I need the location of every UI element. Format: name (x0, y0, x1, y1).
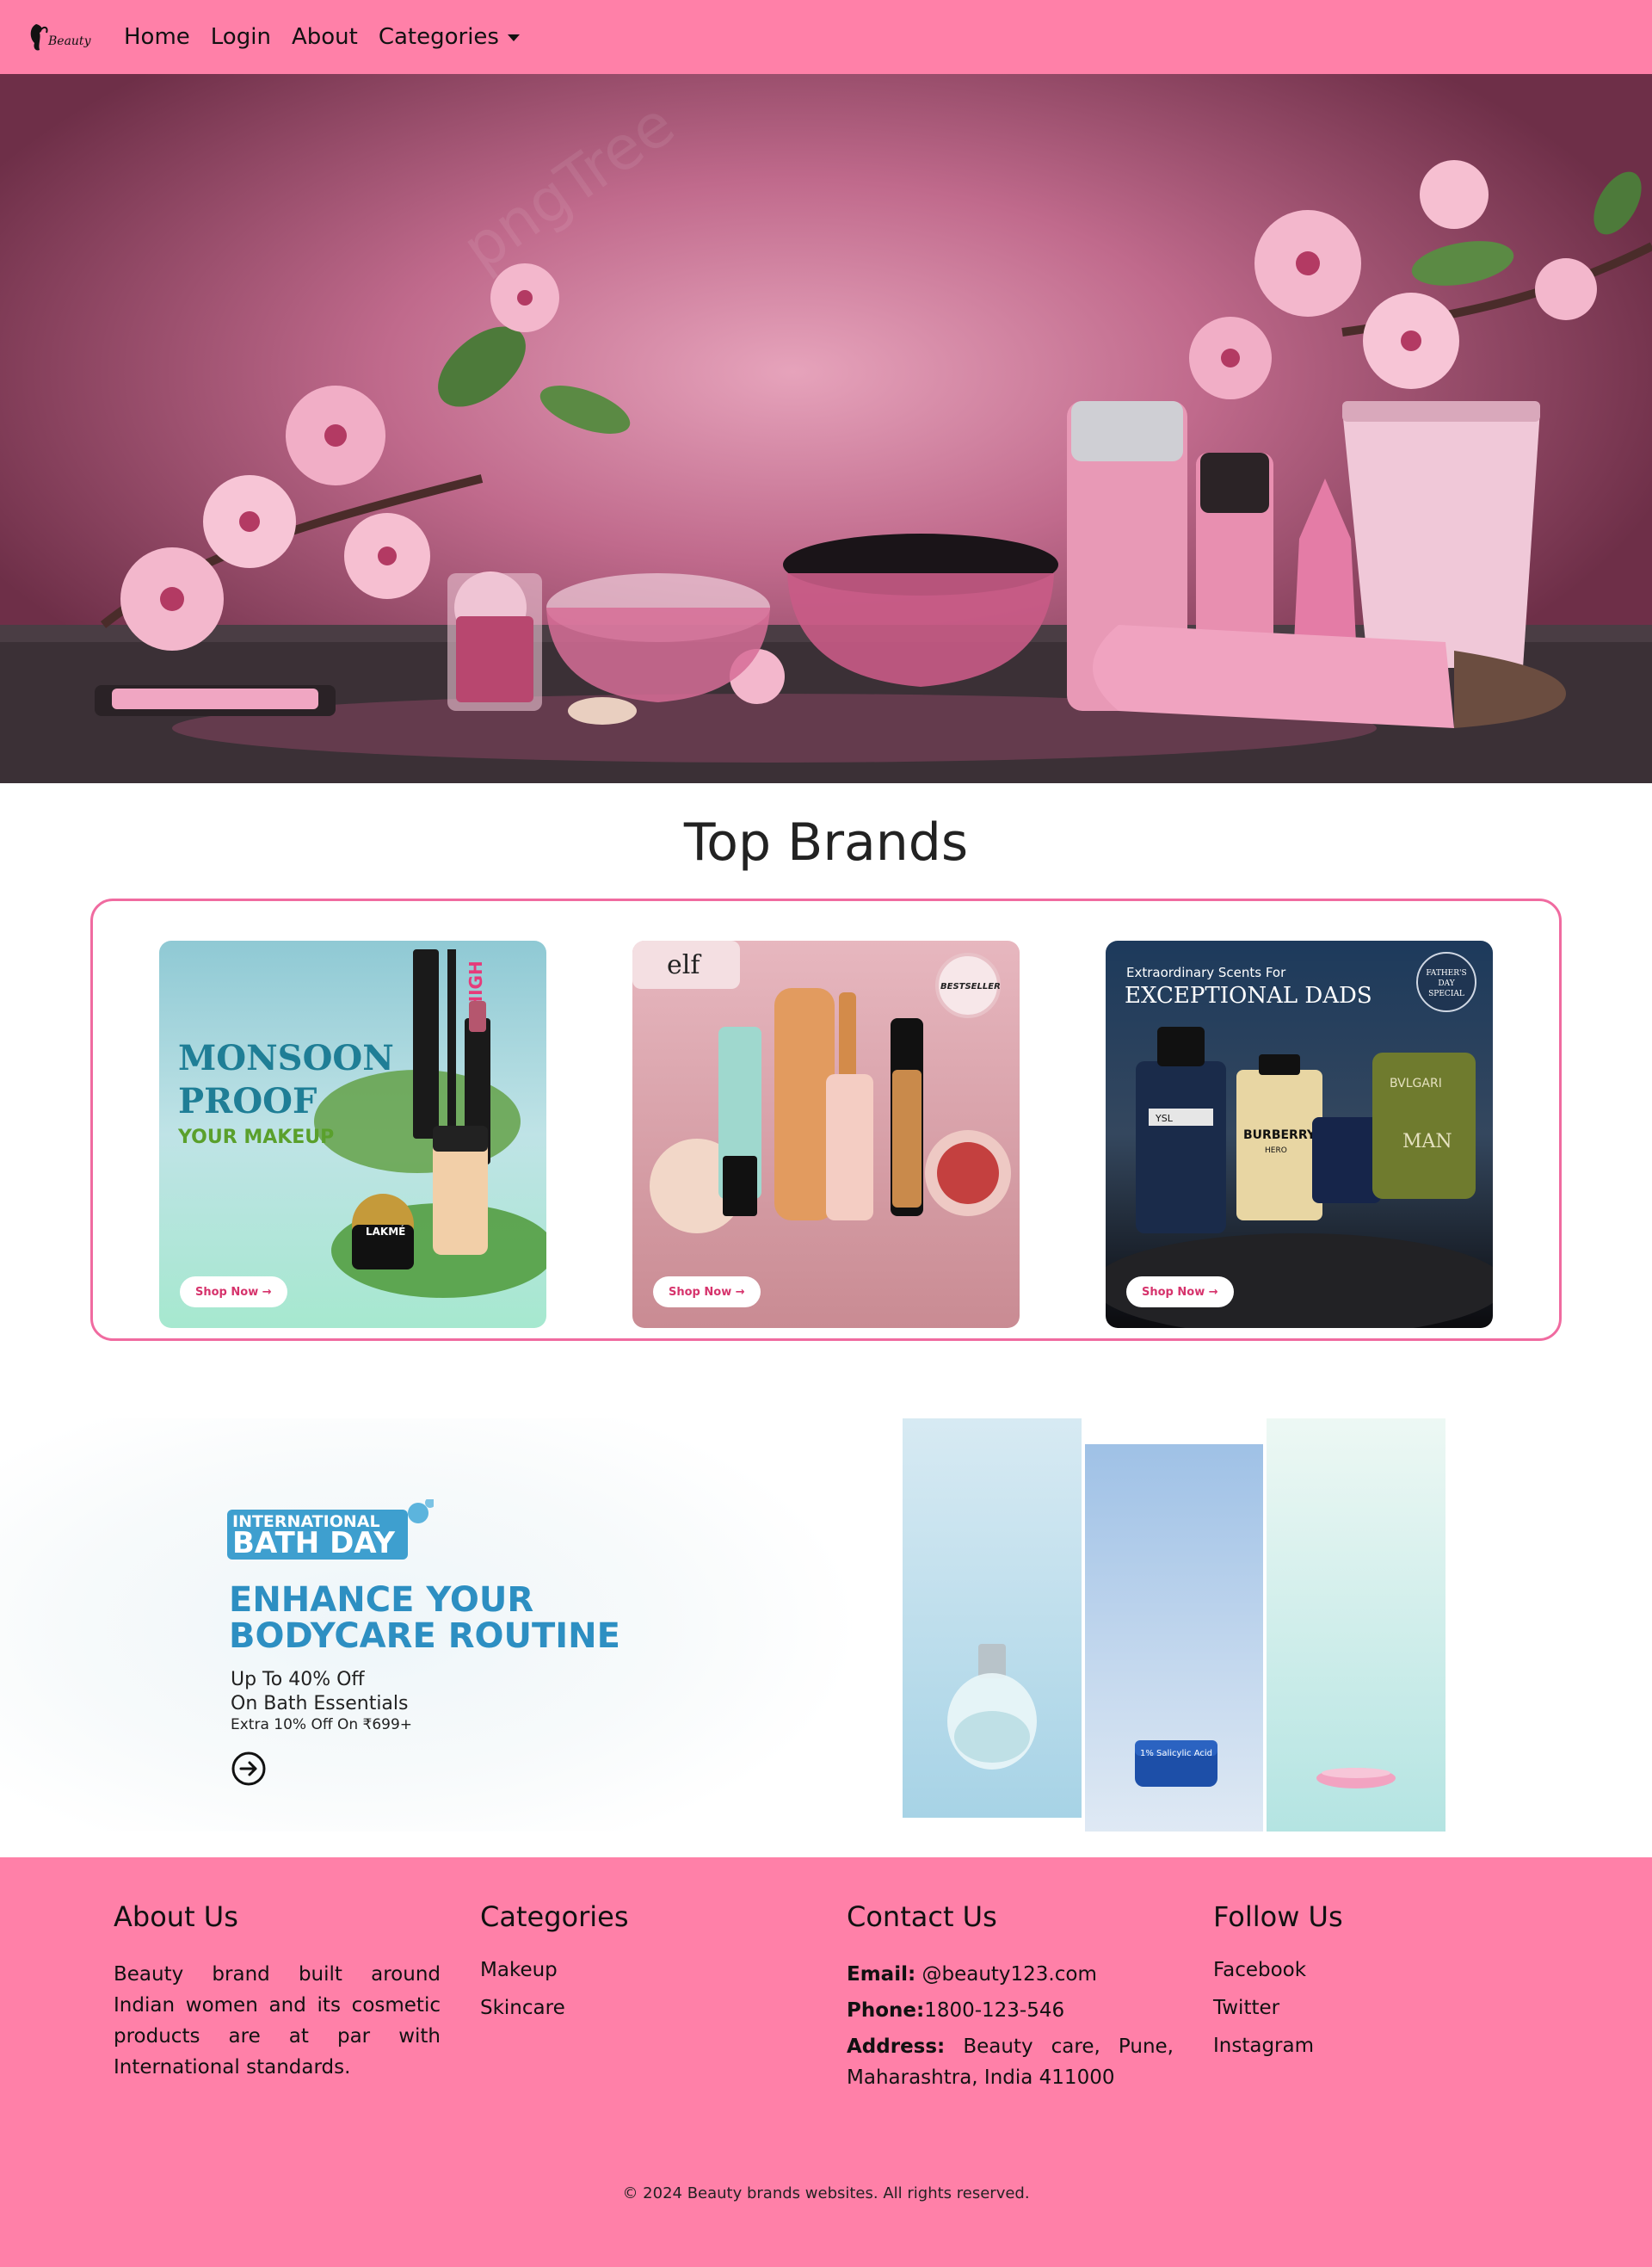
bath-day-banner[interactable]: INTERNATIONAL BATH DAY ENHANCE YOUR BODY… (0, 1418, 1652, 1832)
product-panel-bottle (903, 1418, 1082, 1818)
blossom-right (1189, 160, 1652, 399)
svg-text:elf: elf (667, 950, 701, 980)
fathers-day-fragrance-art: Extraordinary Scents For EXCEPTIONAL DAD… (1106, 941, 1493, 1328)
footer-about: About Us Beauty brand built around India… (114, 1900, 441, 2083)
shop-now-button[interactable]: Shop Now → (180, 1276, 287, 1307)
footer-about-title: About Us (114, 1900, 238, 1933)
contact-email: Email: @beauty123.com (847, 1959, 1174, 1990)
shop-now-button[interactable]: Shop Now → (653, 1276, 761, 1307)
svg-text:FATHER'S: FATHER'S (1426, 969, 1466, 978)
address-label: Address: (847, 2035, 946, 2058)
email-value[interactable]: @beauty123.com (915, 1963, 1096, 1986)
footer-follow-title: Follow Us (1213, 1900, 1343, 1933)
elf-cosmetics-art: elf BESTSELLER (632, 941, 1020, 1328)
svg-text:BURBERRY: BURBERRY (1243, 1128, 1316, 1142)
shop-now-button[interactable]: Shop Now → (1126, 1276, 1234, 1307)
navbar: Beauty Home Login About Categories (0, 0, 1652, 74)
chevron-down-icon (507, 34, 520, 41)
offer-line-2: On Bath Essentials (231, 1693, 409, 1714)
svg-text:YOUR MAKEUP: YOUR MAKEUP (177, 1127, 334, 1148)
contact-phone: Phone:1800-123-546 (847, 1995, 1174, 2026)
email-label: Email: (847, 1963, 916, 1986)
nav-home[interactable]: Home (124, 24, 190, 50)
svg-text:BVLGARI: BVLGARI (1390, 1077, 1442, 1090)
hero-cosmetics-illustration: pngTree (0, 89, 1652, 783)
headline-line-1: ENHANCE YOUR (229, 1580, 534, 1620)
perfume-bottle-icon (947, 1644, 1037, 1770)
footer-link-instagram[interactable]: Instagram (1213, 2035, 1540, 2057)
copyright-text: © 2024 Beauty brands websites. All right… (622, 2184, 1030, 2202)
bath-day-badge: INTERNATIONAL BATH DAY (227, 1499, 434, 1560)
svg-text:YSL: YSL (1155, 1113, 1174, 1124)
footer-contact: Contact Us Email: @beauty123.com Phone:1… (847, 1900, 1174, 2098)
brand-logo[interactable]: Beauty (24, 12, 93, 60)
footer-link-makeup[interactable]: Makeup (480, 1959, 807, 1981)
salicylic-jar-icon: 1% Salicylic Acid (1135, 1740, 1217, 1787)
bath-day-offer: Up To 40% Off On Bath Essentials (231, 1668, 409, 1716)
headline-line-2: BODYCARE ROUTINE (229, 1616, 620, 1656)
svg-text:BESTSELLER: BESTSELLER (940, 982, 1001, 991)
footer-categories: Categories Makeup Skincare (480, 1900, 807, 2035)
svg-text:LAKMÉ: LAKMÉ (366, 1225, 405, 1238)
contact-address: Address: Beauty care, Pune, Maharashtra,… (847, 2031, 1174, 2093)
monsoon-makeup-art: MONSOON PROOF YOUR MAKEUP SKY HIGH LAKMÉ (159, 941, 546, 1328)
product-panel-soap (1267, 1418, 1446, 1832)
nav-links: Home Login About Categories (124, 0, 540, 74)
svg-text:Extraordinary Scents For: Extraordinary Scents For (1126, 965, 1286, 980)
footer-link-facebook[interactable]: Facebook (1213, 1959, 1540, 1981)
brand-card-monsoon[interactable]: MONSOON PROOF YOUR MAKEUP SKY HIGH LAKMÉ… (159, 941, 546, 1328)
svg-text:MONSOON: MONSOON (178, 1038, 394, 1078)
svg-text:BATH DAY: BATH DAY (232, 1526, 395, 1560)
footer-link-twitter[interactable]: Twitter (1213, 1997, 1540, 2019)
arrow-right-circle-icon[interactable] (231, 1751, 267, 1787)
footer: About Us Beauty brand built around India… (0, 1857, 1652, 2267)
top-brands-title: Top Brands (683, 812, 969, 873)
svg-text:Beauty: Beauty (47, 34, 92, 48)
offer-line-1: Up To 40% Off (231, 1669, 365, 1690)
top-brands-container: MONSOON PROOF YOUR MAKEUP SKY HIGH LAKMÉ… (90, 899, 1562, 1341)
footer-follow: Follow Us Facebook Twitter Instagram (1213, 1900, 1540, 2072)
svg-text:HERO: HERO (1265, 1146, 1287, 1155)
svg-text:PROOF: PROOF (178, 1081, 317, 1121)
hero-watermark: pngTree (450, 89, 687, 284)
footer-about-text: Beauty brand built around Indian women a… (114, 1963, 441, 2079)
bath-day-extra-offer: Extra 10% Off On ₹699+ (231, 1716, 413, 1733)
nav-login[interactable]: Login (211, 24, 271, 50)
footer-categories-title: Categories (480, 1900, 629, 1933)
soap-dish-icon (1316, 1768, 1396, 1788)
nav-categories-dropdown[interactable]: Categories (379, 24, 520, 50)
phone-label: Phone: (847, 1999, 925, 2022)
svg-text:EXCEPTIONAL DADS: EXCEPTIONAL DADS (1125, 983, 1372, 1009)
product-panel-jar: 1% Salicylic Acid (1085, 1444, 1263, 1832)
footer-link-skincare[interactable]: Skincare (480, 1997, 807, 2019)
bath-day-headline: ENHANCE YOUR BODYCARE ROUTINE (229, 1582, 620, 1654)
brand-card-fathers-day[interactable]: Extraordinary Scents For EXCEPTIONAL DAD… (1106, 941, 1493, 1328)
nav-categories-label: Categories (378, 24, 499, 50)
phone-value: 1800-123-546 (924, 1999, 1065, 2022)
footer-contact-title: Contact Us (847, 1900, 997, 1933)
nav-about[interactable]: About (292, 24, 358, 50)
svg-text:SPECIAL: SPECIAL (1428, 990, 1464, 998)
svg-text:DAY: DAY (1438, 979, 1455, 988)
svg-text:MAN: MAN (1402, 1131, 1452, 1152)
svg-text:1% Salicylic Acid: 1% Salicylic Acid (1140, 1749, 1212, 1758)
hero-banner: pngTree (0, 74, 1652, 783)
brand-card-elf[interactable]: elf BESTSELLER Shop Now → (632, 941, 1020, 1328)
